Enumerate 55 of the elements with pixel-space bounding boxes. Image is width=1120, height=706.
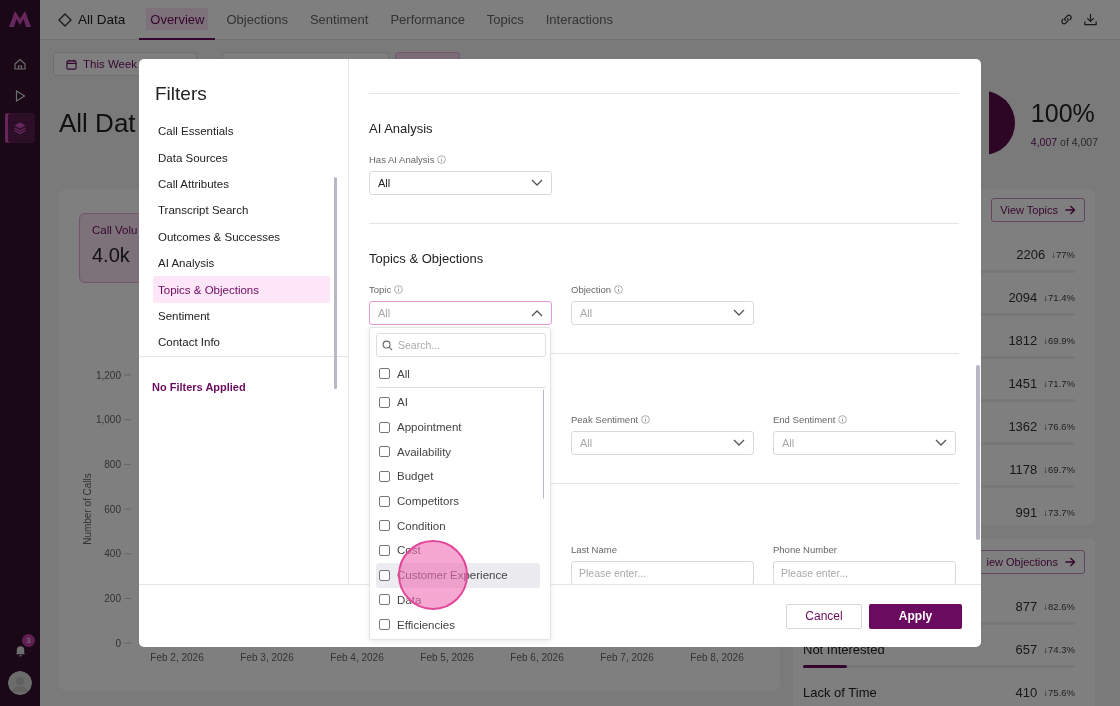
coverage-total: of 4,007 [1060,135,1098,148]
field-label: Objection [571,283,612,295]
row-count: 410 [1015,684,1038,700]
axis-tick-label: 1,000 [95,414,121,426]
row-count: 1178 [1009,461,1038,477]
row-count: 1812 [1008,332,1038,348]
metric-value: 4.0k [92,244,130,267]
row-change: ↓76.6% [1043,420,1075,432]
field-label: Last Name [571,543,617,555]
section-heading: AI Analysis [369,121,433,136]
axis-tick-label: 1,200 [95,369,121,381]
metric-label: Call Volu [92,224,138,236]
page-title: All Dat [59,107,136,139]
axis-tick-label: Feb 6, 2026 [510,652,564,663]
axis-tick-label: 0 [115,637,121,649]
row-change: ↓75.6% [1043,686,1075,698]
axis-tick-label: Feb 8, 2026 [690,652,744,663]
axis-tick-label: 800 [104,458,121,470]
field-label: Peak Sentiment [571,413,639,425]
row-count: 657 [1015,641,1038,657]
field-label: Phone Number [773,543,837,555]
axis-tick-label: Feb 5, 2026 [420,652,474,663]
axis-tick-label: Feb 4, 2026 [330,652,384,663]
axis-label: Number of Calls [82,473,93,545]
row-change: ↓71.7% [1043,377,1075,389]
axis-tick-label: 400 [104,548,121,560]
row-count: 877 [1015,598,1038,614]
axis-tick-label: Feb 3, 2026 [240,652,294,663]
axis-tick-label: 600 [104,503,121,515]
filter-status: No Filters Applied [152,381,246,393]
axis-tick-label: 200 [104,593,121,604]
row-change: ↓69.7% [1043,463,1075,475]
row-count: 2206 [1016,246,1046,262]
notification-badge: 3 [22,634,35,647]
breadcrumb-title: All Data [78,12,126,27]
row-count: 1362 [1008,418,1038,434]
axis-tick-label: Feb 2, 2026 [150,652,204,663]
row-change: ↓74.3% [1043,643,1075,655]
row-change: ↓71.4% [1043,291,1075,303]
section-heading: Topics & Objections [369,251,484,266]
row-change: ↓77% [1051,248,1075,260]
coverage-percent: 100% [1030,98,1096,128]
row-change: ↓82.6% [1043,600,1075,612]
dialog-title: Filters [155,83,207,104]
axis-tick-label: Feb 7, 2026 [600,652,654,663]
coverage-count: 4,007 [1030,135,1058,148]
row-change: ↓69.9% [1043,334,1075,346]
field-label: Topic [369,283,392,295]
row-change: ↓73.7% [1043,506,1075,518]
row-count: 991 [1015,504,1038,520]
row-count: 1451 [1008,375,1038,391]
row-count: 2094 [1008,289,1038,305]
field-label: Has AI Analysis [369,153,435,165]
field-label: End Sentiment [773,413,836,425]
row-label: Lack of Time [803,684,877,700]
